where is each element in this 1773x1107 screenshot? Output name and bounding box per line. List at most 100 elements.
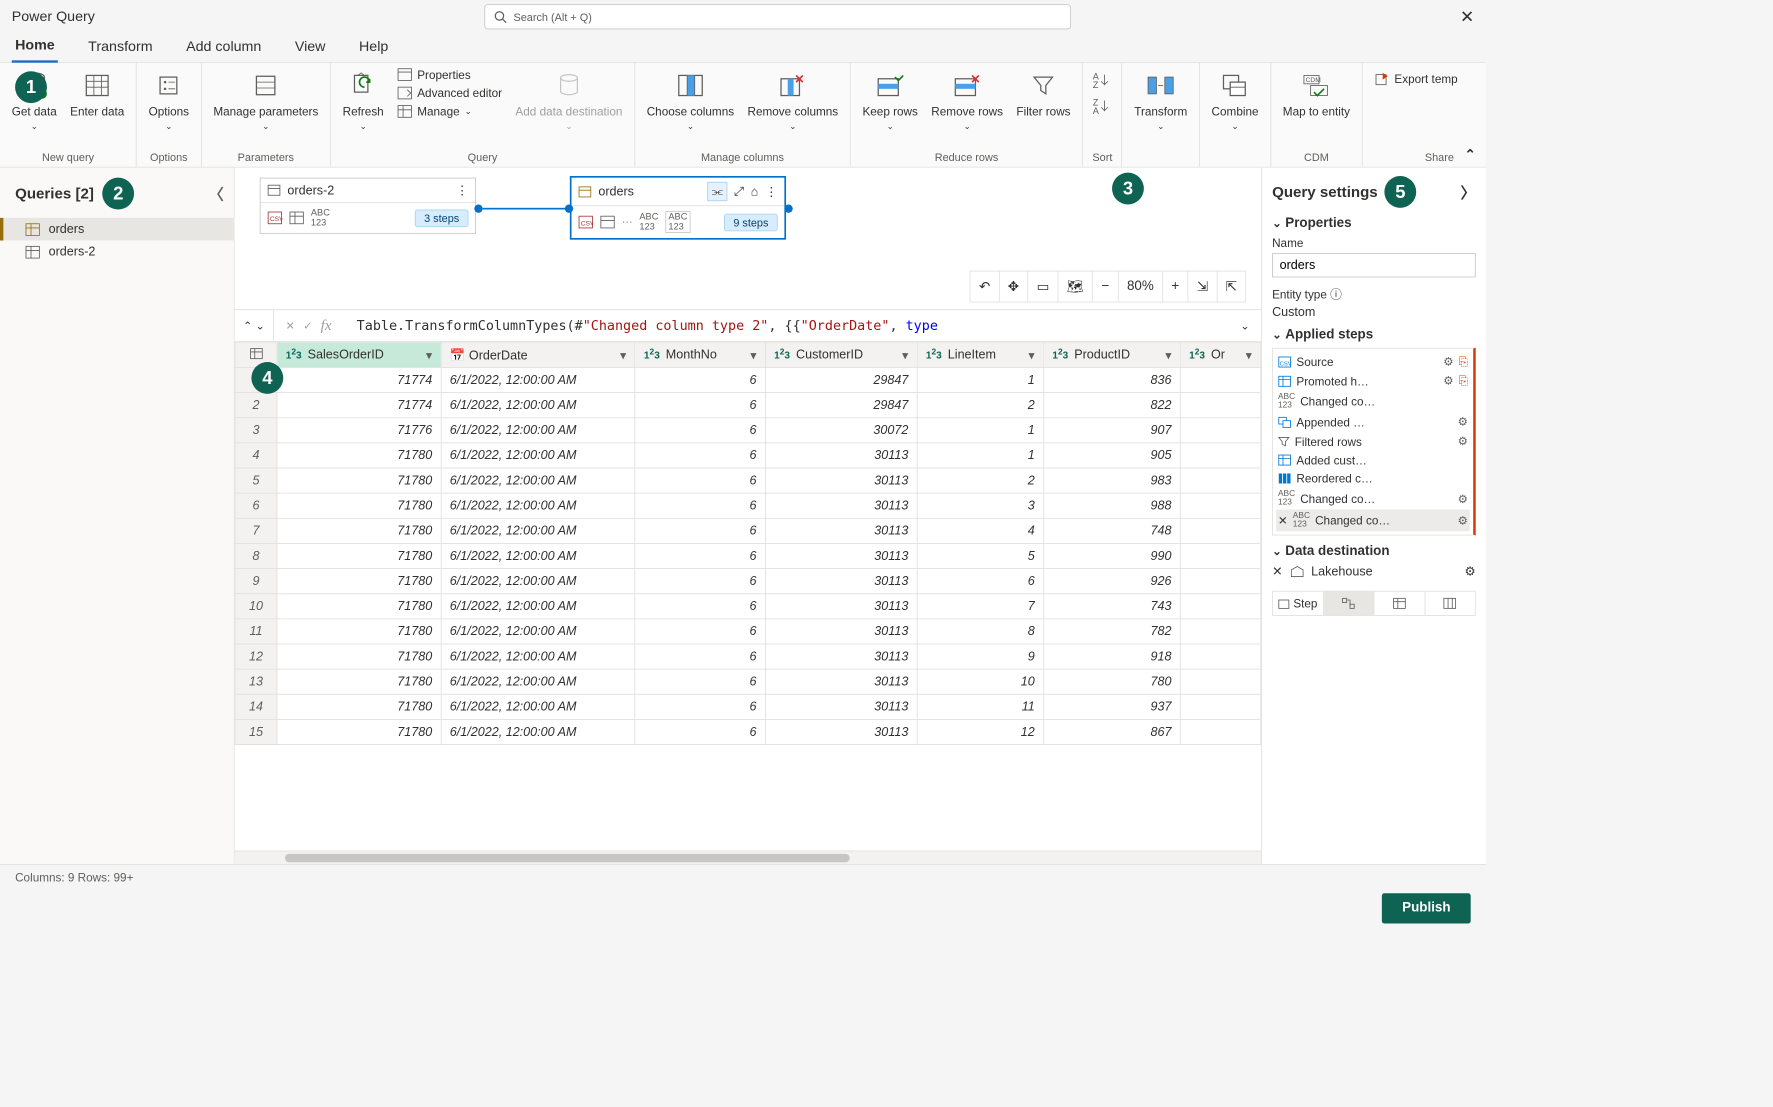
applied-steps-section[interactable]: Applied steps [1272,328,1476,343]
settings-collapse-chevron[interactable]: 〉 [1461,181,1476,203]
cell[interactable]: 30113 [765,619,917,644]
cell[interactable]: 6/1/2022, 12:00:00 AM [441,543,635,568]
cell[interactable]: 907 [1044,418,1181,443]
table-view-button[interactable] [1374,592,1425,615]
table-row[interactable]: 1717746/1/2022, 12:00:00 AM6298471836 [235,367,1261,392]
diagram-view-button[interactable] [1324,592,1375,615]
row-number[interactable]: 7 [235,518,277,543]
cell[interactable]: 6 [635,418,765,443]
cell[interactable]: 6 [635,443,765,468]
filter-rows-button[interactable]: Filter rows [1011,66,1075,122]
cell[interactable]: 6/1/2022, 12:00:00 AM [441,518,635,543]
transform-button[interactable]: Transform⌄ [1129,66,1192,135]
cell[interactable]: 9 [917,644,1043,669]
properties-section[interactable]: Properties [1272,216,1476,231]
column-header[interactable]: 📅 OrderDate ▾ [441,342,635,367]
data-destination-section[interactable]: Data destination [1272,544,1476,559]
cell[interactable]: 6/1/2022, 12:00:00 AM [441,644,635,669]
cell[interactable]: 743 [1044,594,1181,619]
tab-transform[interactable]: Transform [85,34,156,62]
dest-settings-button[interactable]: ⚙ [1464,564,1475,579]
row-number[interactable]: 8 [235,543,277,568]
tab-help[interactable]: Help [356,34,392,62]
cell[interactable]: 6 [635,393,765,418]
cell[interactable]: 6 [917,569,1043,594]
cell[interactable] [1180,468,1260,493]
cell[interactable]: 6 [635,594,765,619]
search-input[interactable]: Search (Alt + Q) [484,4,1071,29]
cell[interactable]: 12 [917,719,1043,744]
cell[interactable]: 30113 [765,669,917,694]
enter-data-button[interactable]: Enter data [65,66,129,122]
column-header[interactable]: 123 SalesOrderID ▾ [277,342,441,367]
cell[interactable]: 30113 [765,443,917,468]
cell[interactable]: 990 [1044,543,1181,568]
applied-step[interactable]: CSVSource⚙⎘ [1276,352,1470,371]
undo-button[interactable]: ↶ [971,272,1000,302]
table-row[interactable]: 13717806/1/2022, 12:00:00 AM63011310780 [235,669,1261,694]
tab-view[interactable]: View [291,34,328,62]
step-view-button[interactable]: Step [1273,592,1324,615]
pan-button[interactable]: ✥ [999,272,1028,302]
node-more-icon[interactable]: ⋮ [456,183,469,198]
cell[interactable]: 867 [1044,719,1181,744]
query-item-orders[interactable]: orders [0,218,234,241]
options-button[interactable]: Options⌄ [144,66,194,135]
cell[interactable]: 6/1/2022, 12:00:00 AM [441,493,635,518]
step-settings-button[interactable]: ⚙ [1458,491,1469,505]
cell[interactable]: 7 [917,594,1043,619]
diagram-node-orders-2[interactable]: orders-2⋮ CSV ABC123 3 steps [260,178,476,234]
cell[interactable]: 6/1/2022, 12:00:00 AM [441,694,635,719]
cell[interactable] [1180,594,1260,619]
table-row[interactable]: 7717806/1/2022, 12:00:00 AM6301134748 [235,518,1261,543]
column-header[interactable]: 123 CustomerID ▾ [765,342,917,367]
cell[interactable]: 6 [635,619,765,644]
cell[interactable]: 71774 [277,393,441,418]
sort-asc-button[interactable]: AZ [1093,71,1111,90]
column-header[interactable]: 123 ProductID ▾ [1044,342,1181,367]
step-settings-button[interactable]: ⚙ [1458,513,1469,527]
zoom-in-button[interactable]: + [1163,272,1188,302]
collapse-in-button[interactable]: ⇲ [1188,272,1217,302]
cell[interactable]: 11 [917,694,1043,719]
cell[interactable]: 5 [917,543,1043,568]
row-number[interactable]: 10 [235,594,277,619]
column-header[interactable]: 123 MonthNo ▾ [635,342,765,367]
cell[interactable]: 71780 [277,669,441,694]
cell[interactable]: 6 [635,518,765,543]
cell[interactable]: 918 [1044,644,1181,669]
cell[interactable]: 6/1/2022, 12:00:00 AM [441,418,635,443]
cell[interactable]: 30113 [765,468,917,493]
row-number[interactable]: 9 [235,569,277,594]
formula-expand-button[interactable]: ⌄ [1229,319,1262,332]
cell[interactable]: 6 [635,669,765,694]
ribbon-collapse-chevron[interactable]: ⌃ [1464,147,1475,164]
expand-icon[interactable]: ⤢ [734,184,744,198]
cell[interactable]: 2 [917,468,1043,493]
add-data-destination-button[interactable]: Add data destination⌄ [510,66,627,135]
cell[interactable]: 71780 [277,518,441,543]
cell[interactable]: 30113 [765,594,917,619]
cell[interactable] [1180,518,1260,543]
cell[interactable]: 71780 [277,443,441,468]
cell[interactable]: 6/1/2022, 12:00:00 AM [441,443,635,468]
cell[interactable]: 71780 [277,644,441,669]
cell[interactable]: 6/1/2022, 12:00:00 AM [441,619,635,644]
table-row[interactable]: 8717806/1/2022, 12:00:00 AM6301135990 [235,543,1261,568]
applied-step[interactable]: Appended …⚙ [1276,412,1470,431]
close-button[interactable]: ✕ [1460,6,1474,27]
cell[interactable]: 10 [917,669,1043,694]
cell[interactable] [1180,393,1260,418]
row-number[interactable]: 11 [235,619,277,644]
expand-out-button[interactable]: ⇱ [1217,272,1245,302]
cell[interactable]: 4 [917,518,1043,543]
step-next-button[interactable]: ⌄ [256,319,265,332]
map-to-entity-button[interactable]: CDM Map to entity [1278,66,1355,122]
cell[interactable]: 1 [917,418,1043,443]
formula-commit-button[interactable]: ✓ [303,319,312,332]
step-settings-button[interactable]: ⚙ [1458,415,1469,429]
cell[interactable] [1180,493,1260,518]
cell[interactable]: 6 [635,644,765,669]
cell[interactable] [1180,619,1260,644]
advanced-editor-button[interactable]: Advanced editor [392,85,507,102]
